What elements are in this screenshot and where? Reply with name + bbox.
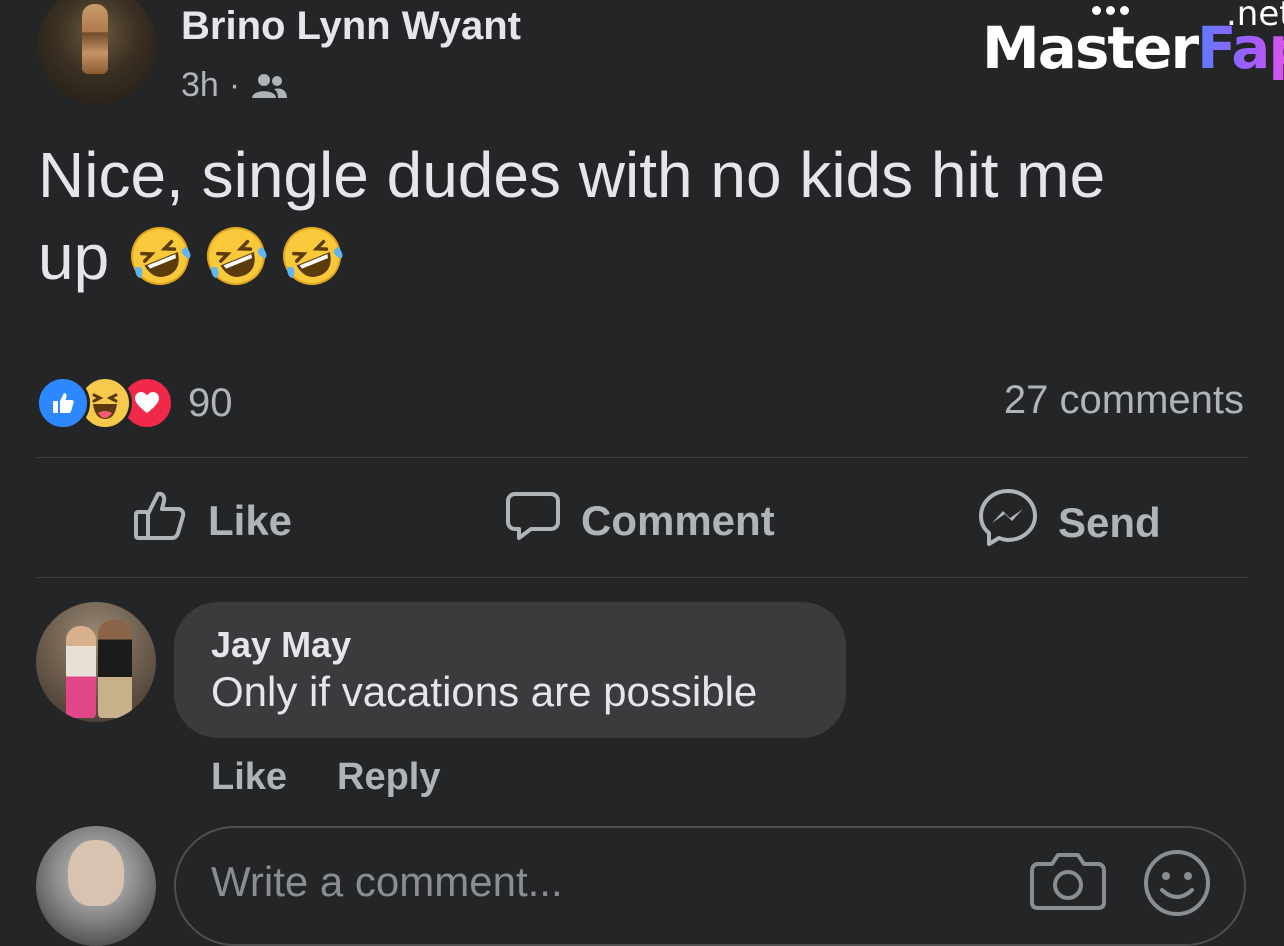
speech-bubble-icon: [505, 488, 581, 554]
divider: [36, 577, 1248, 578]
current-user-avatar: [36, 826, 156, 946]
post-time[interactable]: 3h: [181, 66, 219, 105]
post-author-name[interactable]: Brino Lynn Wyant: [181, 4, 521, 49]
comment-button[interactable]: Comment: [505, 488, 775, 554]
comment-text: Only if vacations are possible: [211, 668, 758, 715]
like-button-label: Like: [208, 497, 293, 544]
comment-reply-button[interactable]: Reply: [337, 756, 440, 799]
messenger-icon: [978, 488, 1058, 558]
thumbs-up-icon: [132, 488, 208, 554]
comment-like-button[interactable]: Like: [211, 756, 287, 799]
commenter-name[interactable]: Jay May: [211, 624, 351, 666]
rolling-on-floor-laughing-emoji: [206, 227, 267, 285]
emoji-icon[interactable]: [1142, 848, 1212, 923]
meta-separator: ·: [228, 66, 241, 104]
comments-count-link[interactable]: 27 comments: [1004, 378, 1244, 423]
friends-icon: [250, 72, 288, 100]
like-reaction-icon: [36, 376, 90, 430]
reaction-count: 90: [188, 380, 233, 425]
reactions-summary[interactable]: 90: [36, 376, 233, 430]
post-text: Nice, single dudes with no kids hit me u…: [38, 134, 1258, 298]
comment-button-label: Comment: [581, 497, 775, 544]
emoji-row: up: [38, 221, 355, 293]
rolling-on-floor-laughing-emoji: [282, 227, 343, 285]
post-author-avatar[interactable]: [38, 0, 156, 104]
send-button[interactable]: Send: [978, 488, 1161, 558]
rolling-on-floor-laughing-emoji: [130, 227, 191, 285]
like-button[interactable]: Like: [132, 488, 292, 554]
divider: [36, 457, 1248, 458]
commenter-avatar[interactable]: [36, 602, 156, 722]
send-button-label: Send: [1058, 499, 1161, 546]
watermark-tld: .net: [1226, 0, 1284, 34]
post-body: Nice, single dudes with no kids hit me: [38, 139, 1106, 211]
write-comment-placeholder: Write a comment...: [211, 858, 563, 905]
post-meta: 3h ·: [181, 66, 288, 105]
post-body-last-word: up: [38, 221, 127, 293]
